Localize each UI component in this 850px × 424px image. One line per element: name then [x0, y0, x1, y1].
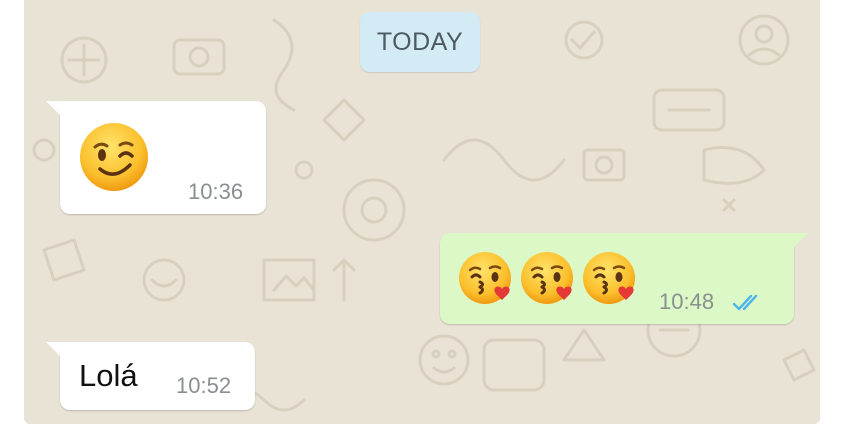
face-blowing-a-kiss-emoji	[459, 252, 511, 304]
message-time: 10:36	[188, 179, 244, 204]
face-blowing-a-kiss-emoji	[521, 252, 573, 304]
message-time: 10:48	[659, 289, 715, 314]
double-check-read-icon	[732, 294, 758, 311]
message-bubble-incoming[interactable]: 10:36	[46, 101, 266, 214]
chat-area: TODAY 10:36 10:48 Lolá 10:52	[24, 0, 820, 424]
message-bubble-outgoing[interactable]: 10:48	[440, 233, 808, 324]
message-text: Lolá	[79, 358, 138, 393]
face-blowing-a-kiss-emoji	[583, 252, 635, 304]
bubble-tail	[46, 342, 62, 358]
date-divider: TODAY	[360, 12, 480, 72]
winking-face-emoji	[80, 123, 148, 191]
message-bubble-incoming[interactable]: Lolá 10:52	[46, 342, 255, 410]
message-time: 10:52	[176, 373, 232, 398]
bubble-tail	[792, 233, 808, 249]
bubble-tail	[46, 101, 62, 117]
